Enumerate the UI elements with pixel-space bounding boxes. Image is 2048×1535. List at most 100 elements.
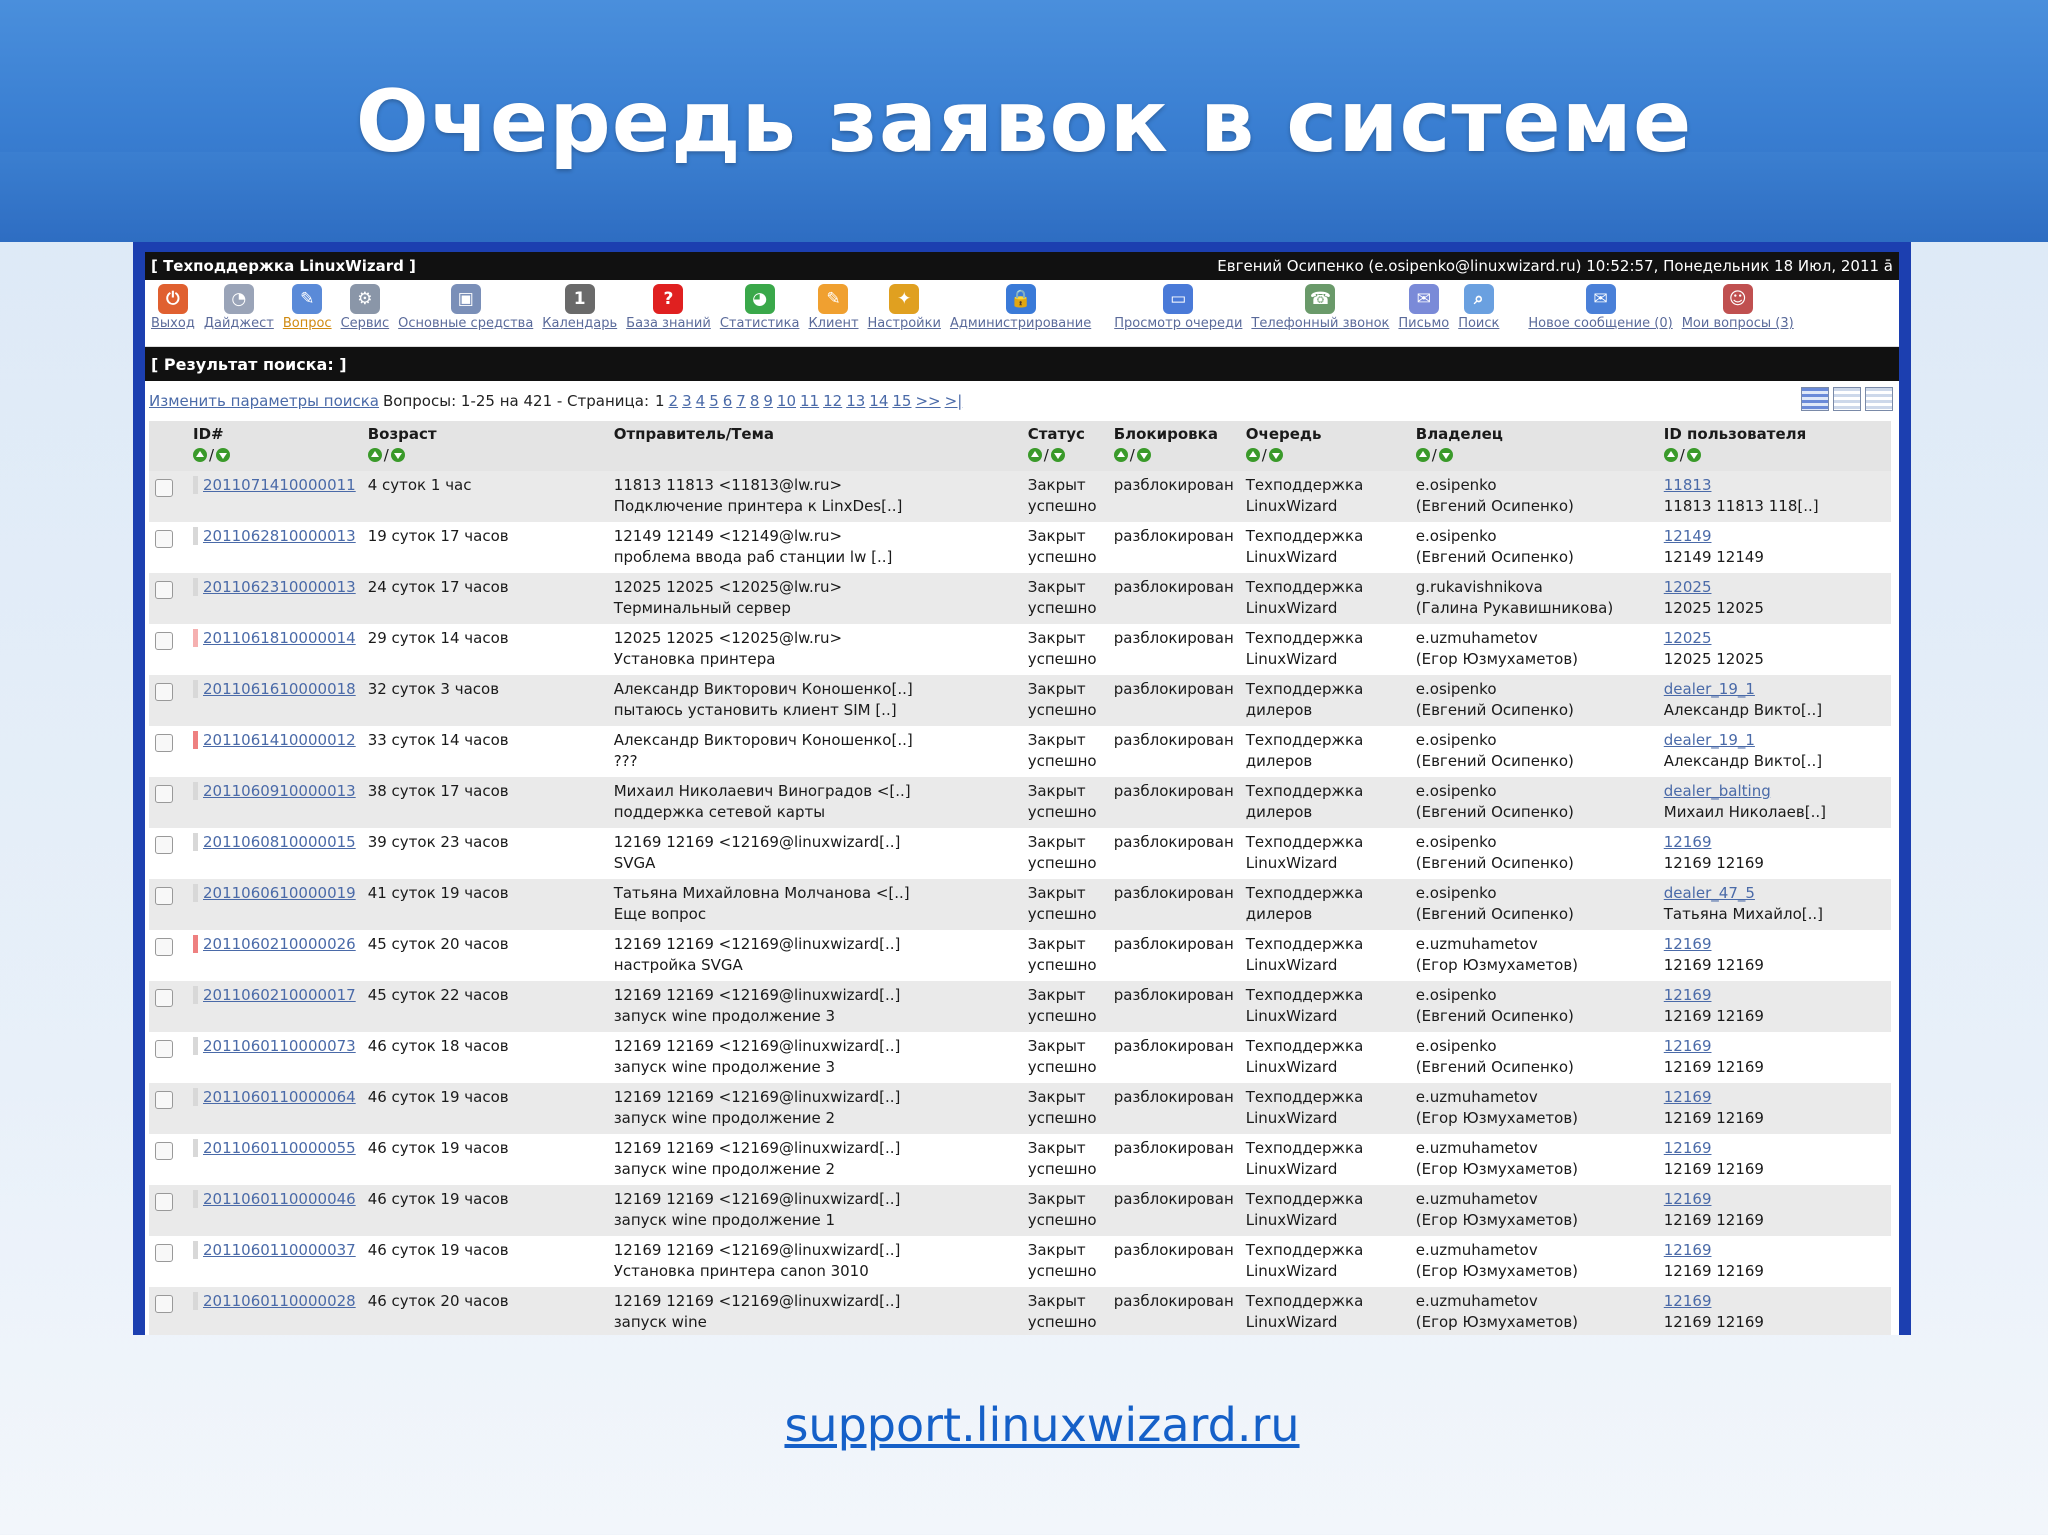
page-link[interactable]: 15 [892, 392, 911, 410]
ticket-id-link[interactable]: 2011060210000026 [193, 935, 356, 953]
ticket-id-link[interactable]: 2011060810000015 [193, 833, 356, 851]
ticket-id-link[interactable]: 2011071410000011 [193, 476, 356, 494]
toolbar-item-phone-call[interactable]: ☎ Телефонный звонок [1251, 284, 1389, 331]
calendar-icon[interactable]: 1 [564, 284, 595, 314]
toolbar-item-label[interactable]: Выход [151, 316, 195, 331]
sort-arrows[interactable]: / [1415, 446, 1652, 464]
toolbar-item-queue-view[interactable]: ▭ Просмотр очереди [1114, 284, 1242, 331]
page-link[interactable]: 13 [846, 392, 865, 410]
ticket-id-link[interactable]: 2011062810000013 [193, 527, 356, 545]
client-icon[interactable]: ✎ [818, 284, 849, 314]
toolbar-item-settings[interactable]: ✦ Настройки [868, 284, 941, 331]
table-row[interactable]: 2011060110000046 46 суток 19 часов 12169 1… [149, 1185, 1891, 1236]
table-row[interactable]: 2011060910000013 38 суток 17 часов Михаил … [149, 777, 1891, 828]
column-header-queue[interactable]: Очередь / [1239, 421, 1410, 471]
sort-up-icon[interactable] [367, 448, 382, 462]
settings-icon[interactable]: ✦ [889, 284, 920, 314]
table-row[interactable]: 2011060610000019 41 суток 19 часов Татьяна… [149, 879, 1891, 930]
view-small-icon[interactable] [1801, 387, 1829, 411]
table-row[interactable]: 2011061810000014 29 суток 14 часов 12025 1… [149, 624, 1891, 675]
customer-id-link[interactable]: 12169 [1664, 935, 1712, 953]
page-link[interactable]: 8 [750, 392, 760, 410]
sort-arrows[interactable]: / [1663, 446, 1885, 464]
row-checkbox[interactable] [155, 530, 173, 548]
row-checkbox[interactable] [155, 938, 173, 956]
ticket-id-link[interactable]: 2011060110000046 [193, 1190, 356, 1208]
page-link[interactable]: 11 [800, 392, 819, 410]
table-row[interactable]: 2011060110000028 46 суток 20 часов 12169 1… [149, 1287, 1891, 1335]
row-checkbox[interactable] [155, 785, 173, 803]
row-checkbox[interactable] [155, 989, 173, 1007]
page-link[interactable]: 10 [777, 392, 796, 410]
ticket-id-link[interactable]: 2011060110000055 [193, 1139, 356, 1157]
toolbar-item-knowledge-base[interactable]: ? База знаний [626, 284, 711, 331]
ticket-id-link[interactable]: 2011060110000028 [193, 1292, 356, 1310]
customer-id-link[interactable]: 12149 [1664, 527, 1712, 545]
row-checkbox[interactable] [155, 1193, 173, 1211]
my-questions-icon[interactable]: ☺ [1722, 284, 1753, 314]
page-last-link[interactable]: >| [945, 392, 963, 410]
toolbar-item-service[interactable]: ⚙ Сервис [341, 284, 389, 331]
table-row[interactable]: 2011062310000013 24 суток 17 часов 12025 1… [149, 573, 1891, 624]
row-checkbox[interactable] [155, 1244, 173, 1262]
customer-id-link[interactable]: 12169 [1664, 1292, 1712, 1310]
page-link[interactable]: 7 [736, 392, 746, 410]
ticket-id-link[interactable]: 2011060910000013 [193, 782, 356, 800]
customer-id-link[interactable]: 12025 [1664, 629, 1712, 647]
change-search-params-link[interactable]: Изменить параметры поиска [149, 392, 379, 410]
toolbar-item-digest[interactable]: ◔ Дайджест [204, 284, 274, 331]
page-next-link[interactable]: >> [915, 392, 940, 410]
sort-down-icon[interactable] [390, 448, 405, 462]
row-checkbox[interactable] [155, 683, 173, 701]
table-row[interactable]: 2011060110000073 46 суток 18 часов 12169 1… [149, 1032, 1891, 1083]
new-message-icon[interactable]: ✉ [1585, 284, 1616, 314]
customer-id-link[interactable]: 12169 [1664, 1241, 1712, 1259]
customer-id-link[interactable]: dealer_19_1 [1664, 731, 1755, 749]
sort-arrows[interactable]: / [1113, 446, 1234, 464]
customer-id-link[interactable]: 12169 [1664, 986, 1712, 1004]
table-row[interactable]: 2011060210000026 45 суток 20 часов 12169 1… [149, 930, 1891, 981]
row-checkbox[interactable] [155, 734, 173, 752]
row-checkbox[interactable] [155, 581, 173, 599]
toolbar-item-exit[interactable]: ⏻ Выход [151, 284, 195, 331]
toolbar-item-label[interactable]: Просмотр очереди [1114, 316, 1242, 331]
table-row[interactable]: 2011060110000037 46 суток 19 часов 12169 1… [149, 1236, 1891, 1287]
search-icon[interactable]: ⌕ [1463, 284, 1494, 314]
page-link[interactable]: 9 [763, 392, 773, 410]
table-row[interactable]: 2011061610000018 32 суток 3 часов Александ… [149, 675, 1891, 726]
mail-icon[interactable]: ✉ [1408, 284, 1439, 314]
sort-up-icon[interactable] [1245, 448, 1260, 462]
sort-up-icon[interactable] [1663, 448, 1678, 462]
ticket-id-link[interactable]: 2011060110000037 [193, 1241, 356, 1259]
queue-view-icon[interactable]: ▭ [1163, 284, 1194, 314]
page-link[interactable]: 4 [696, 392, 706, 410]
footer-link[interactable]: support.linuxwizard.ru [0, 1398, 2048, 1452]
table-row[interactable]: 2011060810000015 39 суток 23 часов 12169 1… [149, 828, 1891, 879]
sort-down-icon[interactable] [1268, 448, 1283, 462]
toolbar-item-label[interactable]: Основные средства [398, 316, 533, 331]
question-icon[interactable]: ✎ [292, 284, 323, 314]
customer-id-link[interactable]: dealer_19_1 [1664, 680, 1755, 698]
toolbar-item-label[interactable]: Мои вопросы (3) [1682, 316, 1794, 331]
toolbar-item-label[interactable]: Вопрос [283, 316, 332, 331]
exit-icon[interactable]: ⏻ [157, 284, 188, 314]
page-link[interactable]: 3 [682, 392, 692, 410]
page-link[interactable]: 5 [709, 392, 719, 410]
sort-down-icon[interactable] [1050, 448, 1065, 462]
toolbar-item-label[interactable]: Статистика [720, 316, 800, 331]
page-link[interactable]: 14 [869, 392, 888, 410]
toolbar-item-label[interactable]: Настройки [868, 316, 941, 331]
digest-icon[interactable]: ◔ [223, 284, 254, 314]
column-header-status[interactable]: Статус / [1021, 421, 1108, 471]
row-checkbox[interactable] [155, 887, 173, 905]
admin-icon[interactable]: 🔒 [1005, 284, 1036, 314]
row-checkbox[interactable] [155, 836, 173, 854]
sort-arrows[interactable]: / [193, 446, 356, 464]
customer-id-link[interactable]: 11813 [1664, 476, 1712, 494]
customer-id-link[interactable]: 12169 [1664, 1190, 1712, 1208]
toolbar-item-question[interactable]: ✎ Вопрос [283, 284, 332, 331]
toolbar-item-search[interactable]: ⌕ Поиск [1458, 284, 1499, 331]
toolbar-item-label[interactable]: Поиск [1458, 316, 1499, 331]
customer-id-link[interactable]: 12169 [1664, 1037, 1712, 1055]
sort-up-icon[interactable] [1113, 448, 1128, 462]
